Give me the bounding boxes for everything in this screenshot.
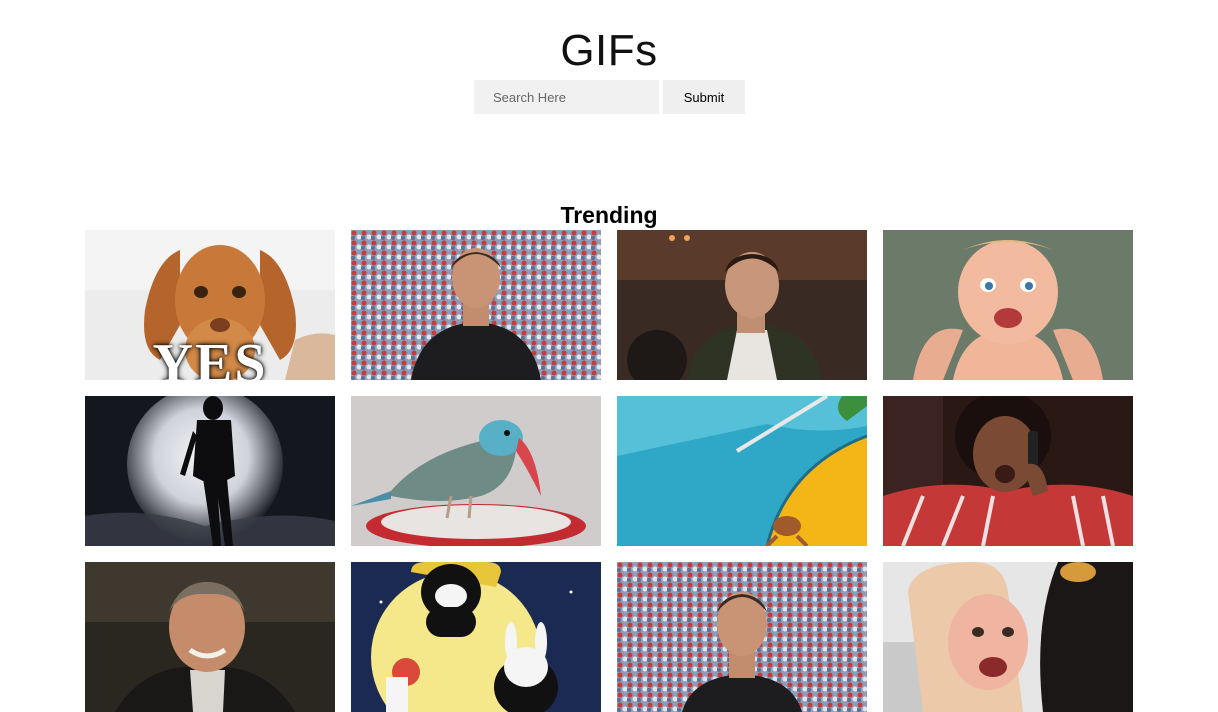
gif-tile-man-jacket[interactable] (617, 230, 867, 380)
grinning-man-gif-image (85, 562, 335, 712)
gif-tile-laughing-baby[interactable] (883, 230, 1133, 380)
gif-tile-parrot[interactable] (351, 396, 601, 546)
page-title: GIFs (560, 26, 658, 76)
laughing-baby-gif-image (883, 230, 1133, 380)
cartoon-bears-gif-image (351, 562, 601, 712)
woman-phone-gif-image (883, 396, 1133, 546)
cartoon-umbrella-gif-image (617, 396, 867, 546)
woman-moonlight-gif-image (85, 396, 335, 546)
man-stadium-gif-image (617, 562, 867, 712)
man-stadium-gif-image (351, 230, 601, 380)
trending-heading: Trending (560, 202, 658, 229)
man-jacket-gif-image (617, 230, 867, 380)
gif-tile-man-stadium[interactable] (351, 230, 601, 380)
gif-caption: YES (152, 333, 268, 380)
gif-tile-cartoon-bears[interactable] (351, 562, 601, 712)
gif-tile-puppy[interactable]: YES (85, 230, 335, 380)
gif-tile-cartoon-umbrella[interactable] (617, 396, 867, 546)
gif-tile-grinning-man[interactable] (85, 562, 335, 712)
submit-button[interactable]: Submit (663, 80, 745, 114)
search-form: Submit (474, 80, 745, 114)
gif-grid: YES (85, 230, 1133, 712)
gif-tile-costume-man[interactable] (883, 562, 1133, 712)
gif-tile-man-stadium[interactable] (617, 562, 867, 712)
search-input[interactable] (474, 80, 659, 114)
parrot-gif-image (351, 396, 601, 546)
costume-man-gif-image (883, 562, 1133, 712)
gif-tile-woman-phone[interactable] (883, 396, 1133, 546)
gif-tile-woman-moonlight[interactable] (85, 396, 335, 546)
